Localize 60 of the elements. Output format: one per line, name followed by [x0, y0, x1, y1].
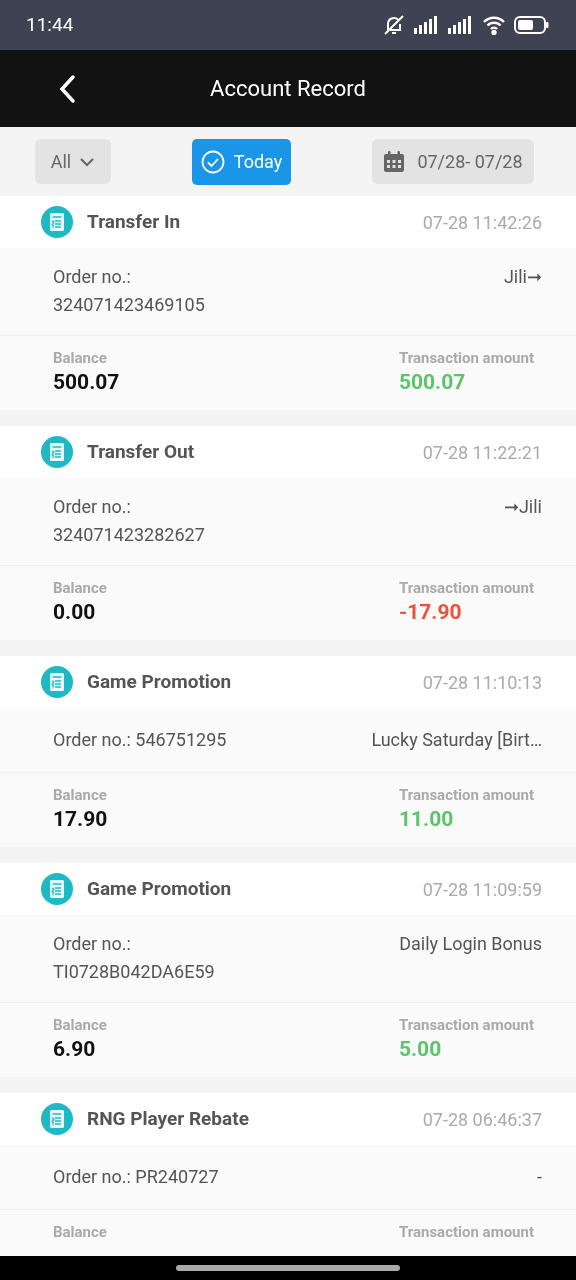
balance-value: 0.00 — [53, 599, 97, 626]
order-detail: Jili➞ — [503, 265, 542, 289]
record-title: Transfer Out — [87, 438, 196, 465]
record-title: Game Promotion — [87, 668, 233, 695]
chevron-down-icon — [79, 156, 96, 167]
record-title: Transfer In — [87, 208, 182, 235]
receipt-icon — [40, 435, 74, 469]
order-label: Order no.: — [53, 932, 132, 956]
balance-label: Balance — [53, 1015, 107, 1035]
back-icon — [58, 74, 76, 104]
order-detail: Daily Login Bonus — [399, 932, 542, 956]
today-button[interactable]: Today — [192, 138, 291, 185]
record-time: 07-28 11:42:26 — [422, 210, 542, 235]
status-time: 11:44 — [26, 11, 74, 38]
signal-icon — [414, 16, 440, 34]
amount-label: Transaction amount — [398, 1015, 534, 1035]
order-label: Order no.: — [53, 495, 132, 519]
receipt-icon — [40, 1102, 74, 1136]
balance-label: Balance — [53, 348, 108, 368]
balance-value: 500.07 — [53, 369, 120, 396]
order-number: TI0728B042DA6E59 — [53, 960, 215, 984]
muted-bell-icon — [382, 13, 406, 37]
order-number: Order no.: PR240727 — [53, 1165, 219, 1189]
wifi-icon — [482, 15, 506, 35]
amount-label: Transaction amount — [398, 785, 534, 805]
balance-label: Balance — [53, 578, 107, 598]
order-number: 324071423469105 — [53, 293, 205, 317]
balance-label: Balance — [53, 785, 108, 805]
record-title: RNG Player Rebate — [87, 1105, 250, 1132]
order-detail: Lucky Saturday [Birt… — [371, 728, 542, 752]
order-detail: ➞Jili — [503, 495, 542, 519]
amount-label: Transaction amount — [398, 578, 534, 598]
date-range-button[interactable]: 07/28- 07/28 — [372, 139, 534, 184]
record-time: 07-28 11:22:21 — [422, 440, 542, 465]
order-number: Order no.: 546751295 — [53, 728, 227, 752]
calendar-icon — [383, 150, 406, 173]
receipt-icon — [40, 665, 74, 699]
receipt-icon — [40, 205, 74, 239]
record-time: 07-28 11:09:59 — [422, 877, 542, 902]
amount-value: 11.00 — [398, 806, 455, 833]
balance-label: Balance — [53, 1222, 107, 1242]
amount-value: -17.90 — [398, 599, 463, 626]
page-title: Account Record — [210, 75, 366, 103]
battery-icon — [514, 15, 550, 35]
record-title: Game Promotion — [87, 875, 233, 902]
balance-value: 17.90 — [53, 806, 108, 833]
amount-label: Transaction amount — [398, 1222, 534, 1242]
record-time: 07-28 06:46:37 — [422, 1107, 542, 1132]
check-circle-icon — [200, 149, 225, 174]
balance-value: 6.90 — [53, 1036, 97, 1063]
amount-label: Transaction amount — [398, 348, 534, 368]
order-label: Order no.: — [53, 265, 132, 289]
type-dropdown[interactable]: All — [35, 139, 111, 184]
receipt-icon — [40, 872, 74, 906]
amount-value: 500.07 — [398, 369, 467, 396]
signal-icon — [448, 16, 474, 34]
amount-value: 5.00 — [398, 1036, 443, 1063]
order-number: 324071423282627 — [53, 523, 205, 547]
record-time: 07-28 11:10:13 — [422, 670, 542, 695]
order-detail: - — [537, 1165, 542, 1189]
